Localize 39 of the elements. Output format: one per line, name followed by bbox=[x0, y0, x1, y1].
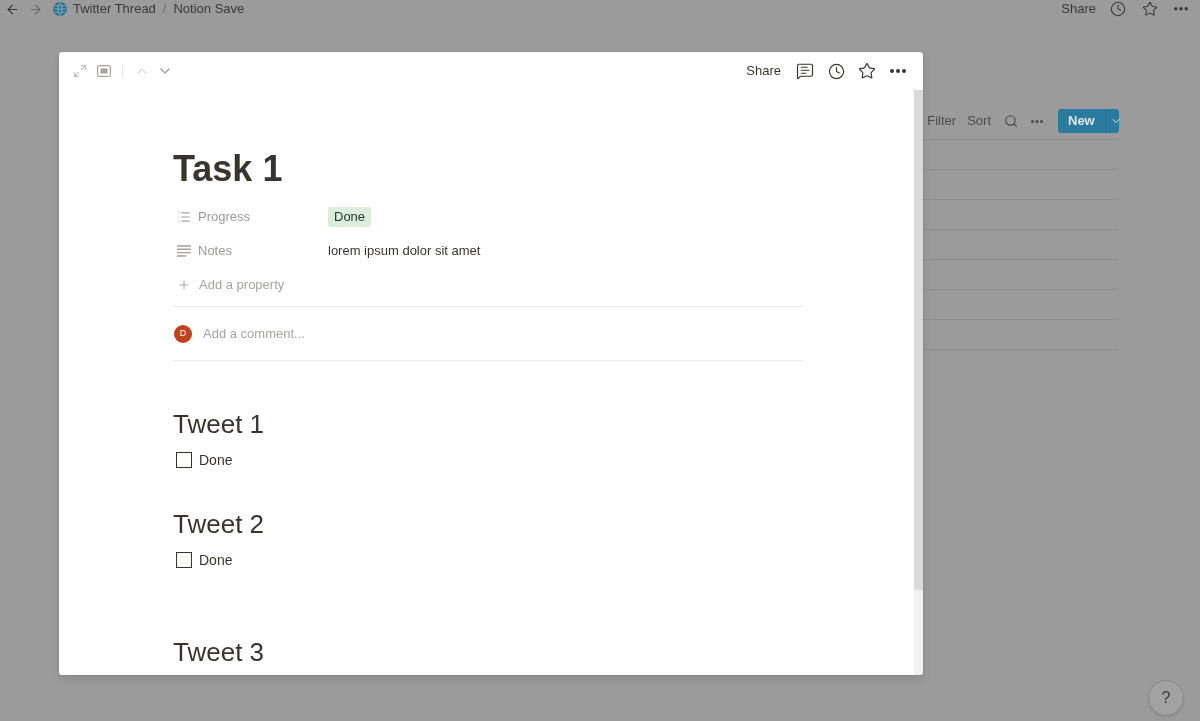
more-icon[interactable] bbox=[1174, 7, 1188, 11]
todo-label: Done bbox=[199, 550, 233, 570]
sort-button[interactable]: Sort bbox=[967, 111, 991, 131]
star-icon bbox=[858, 62, 876, 80]
property-value[interactable]: lorem ipsum dolor sit amet bbox=[328, 241, 481, 261]
comment-input[interactable]: Add a comment... bbox=[203, 323, 803, 344]
expand-icon[interactable] bbox=[73, 64, 87, 78]
star-icon[interactable] bbox=[1142, 1, 1158, 17]
window-icon[interactable] bbox=[97, 65, 111, 77]
heading: Tweet 2 bbox=[173, 508, 265, 541]
user-avatar: D bbox=[174, 324, 192, 343]
share-button[interactable]: Share bbox=[1061, 0, 1096, 19]
clock-icon[interactable] bbox=[1110, 1, 1126, 17]
breadcrumb-link[interactable]: Twitter Thread bbox=[73, 0, 156, 19]
heading: Tweet 3 bbox=[173, 636, 265, 669]
property-label[interactable]: Notes bbox=[198, 241, 232, 261]
page-title: Task 1 bbox=[173, 147, 283, 191]
heading: Tweet 1 bbox=[173, 408, 265, 441]
clock-icon bbox=[827, 62, 845, 80]
filter-button[interactable]: Filter bbox=[927, 111, 957, 131]
breadcrumb-link[interactable]: Notion Save bbox=[173, 0, 245, 19]
text-lines-icon bbox=[177, 245, 191, 257]
comment-icon bbox=[796, 62, 814, 80]
status-tag[interactable]: Done bbox=[328, 207, 372, 227]
add-property-button[interactable]: Add a property bbox=[199, 275, 285, 295]
share-button[interactable]: Share bbox=[740, 58, 787, 84]
todo-label: Done bbox=[199, 450, 233, 470]
checkbox[interactable] bbox=[176, 552, 192, 568]
search-icon[interactable] bbox=[1004, 114, 1018, 128]
more-icon bbox=[890, 69, 906, 73]
globe-icon bbox=[53, 2, 67, 16]
new-button[interactable]: New bbox=[1058, 109, 1119, 133]
property-label[interactable]: Progress bbox=[198, 207, 251, 227]
breadcrumb-separator: / bbox=[162, 0, 167, 19]
list-icon bbox=[177, 210, 191, 224]
help-button[interactable]: ? bbox=[1149, 681, 1183, 715]
scrollbar-thumb[interactable] bbox=[914, 90, 923, 590]
more-icon[interactable] bbox=[1031, 119, 1043, 123]
checkbox[interactable] bbox=[176, 452, 192, 468]
